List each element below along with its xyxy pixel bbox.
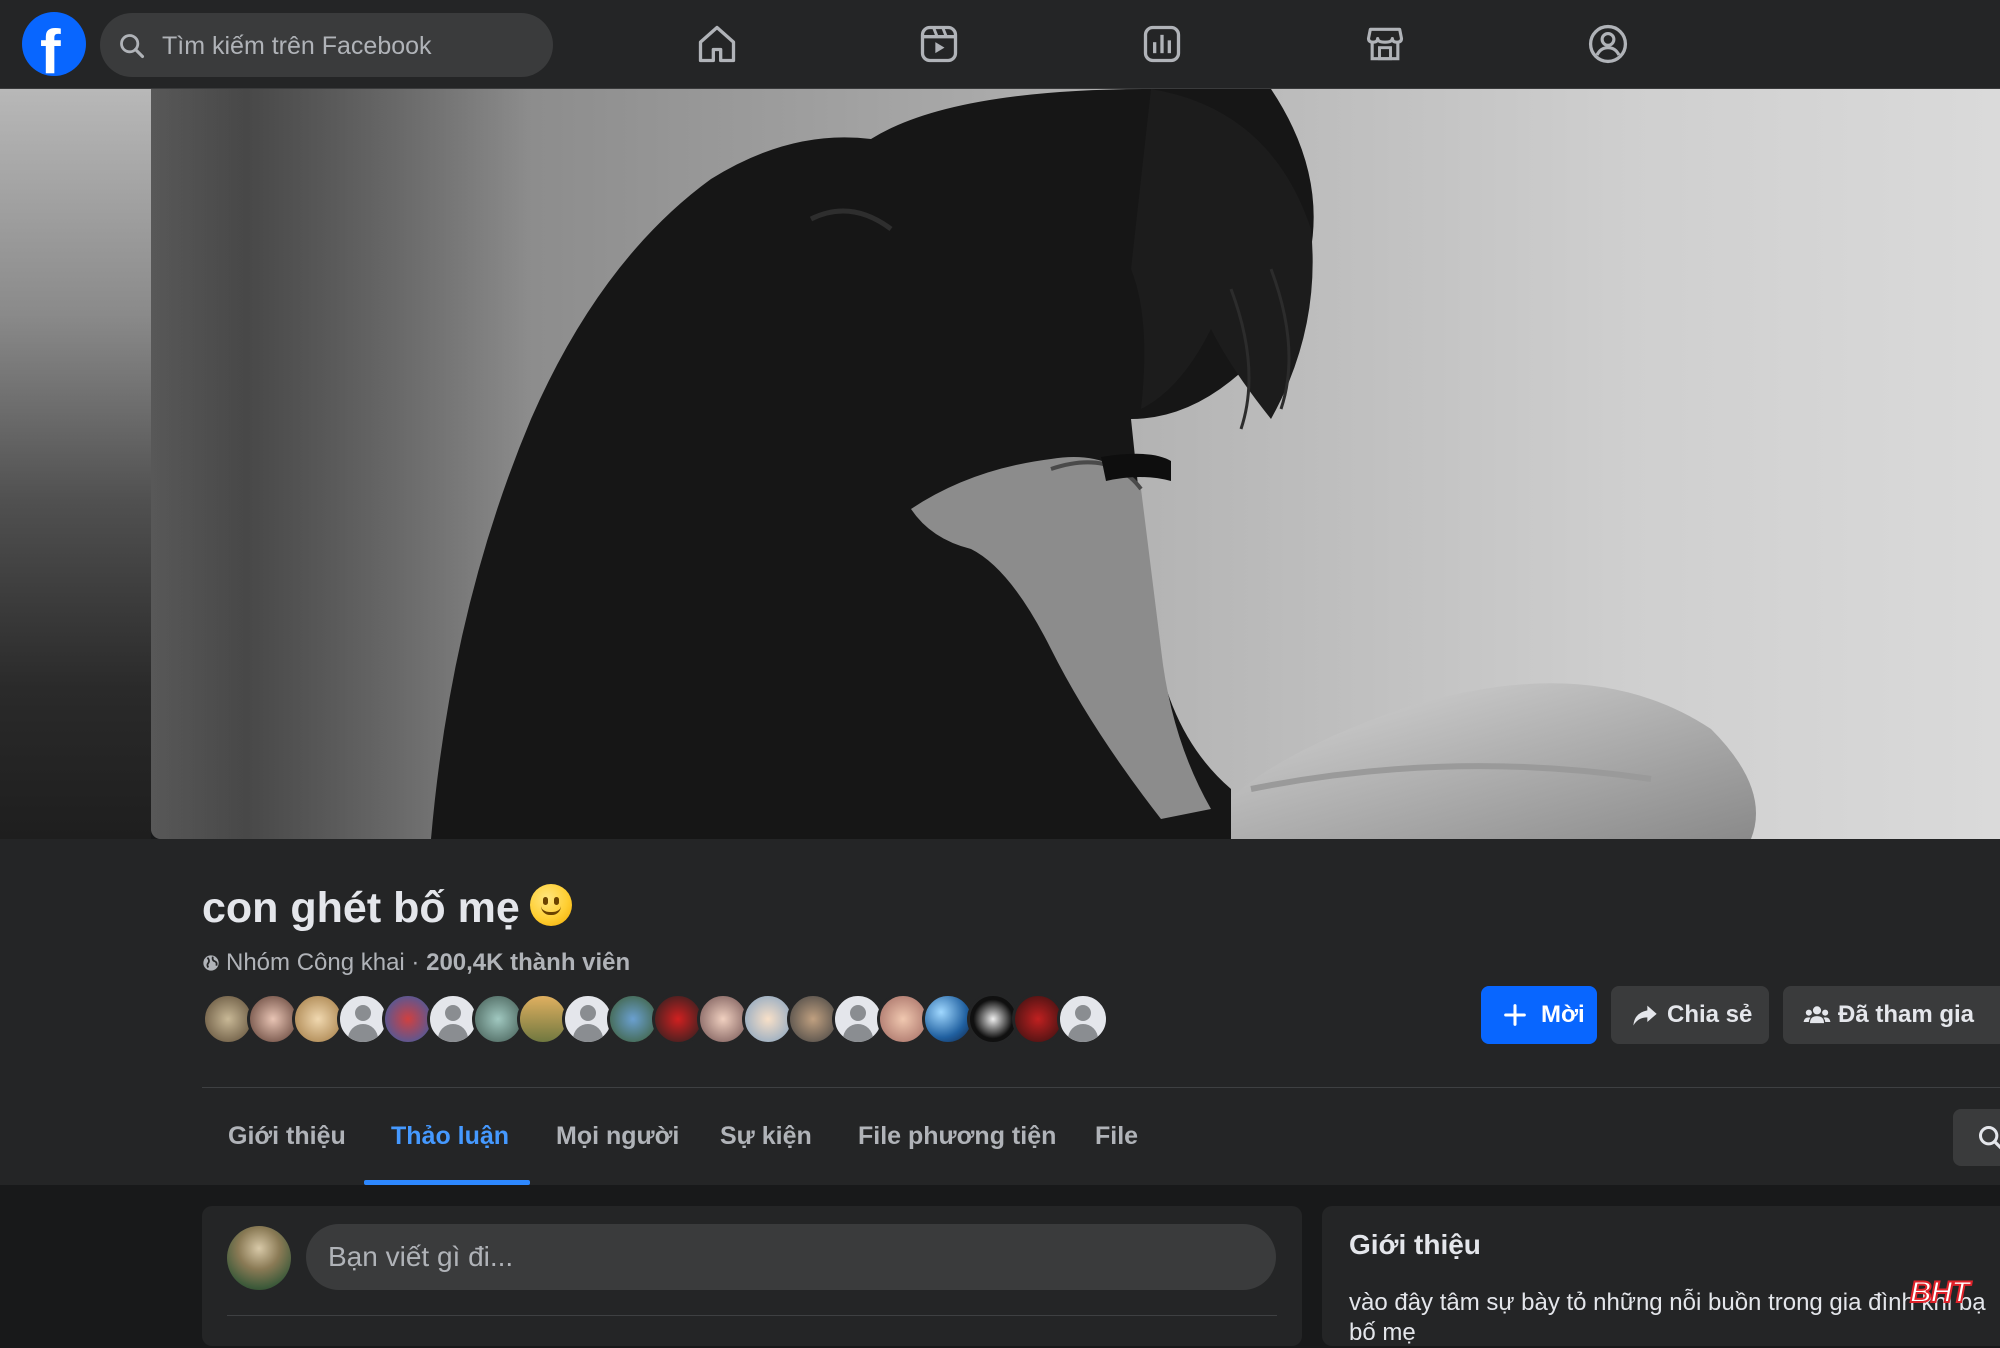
- share-label: Chia sẻ: [1667, 1001, 1752, 1028]
- composer-input[interactable]: Bạn viết gì đi...: [306, 1224, 1276, 1290]
- header-divider: [202, 1087, 2000, 1088]
- search-icon: [1977, 1124, 2000, 1152]
- marketplace-icon[interactable]: [1363, 22, 1407, 66]
- plus-icon: [1501, 1001, 1529, 1029]
- groups-feed-icon[interactable]: [1140, 22, 1184, 66]
- meta-separator: ·: [405, 949, 426, 976]
- tab-discussion[interactable]: Thảo luận: [391, 1090, 509, 1182]
- cover-photo-backdrop: [0, 89, 151, 839]
- group-title[interactable]: con ghét bố mẹ: [202, 880, 572, 936]
- joined-label: Đã tham gia: [1838, 1001, 1974, 1028]
- member-count[interactable]: 200,4K thành viên: [426, 949, 630, 976]
- tab-events[interactable]: Sự kiện: [720, 1090, 812, 1182]
- composer-divider: [227, 1315, 1277, 1316]
- video-icon[interactable]: [917, 22, 961, 66]
- group-privacy[interactable]: Nhóm Công khai: [226, 949, 405, 976]
- search-box[interactable]: Tìm kiếm trên Facebook: [100, 13, 553, 77]
- watermark-logo: BHT: [1910, 1276, 1969, 1310]
- tab-files[interactable]: File: [1095, 1090, 1138, 1182]
- facebook-logo-icon[interactable]: f: [22, 12, 86, 76]
- smiley-emoji-icon: [530, 884, 572, 926]
- globe-icon: [202, 954, 220, 972]
- group-members-icon: [1803, 1001, 1831, 1029]
- about-panel: Giới thiệu vào đây tâm sự bày tỏ những n…: [1322, 1206, 2000, 1346]
- search-placeholder: Tìm kiếm trên Facebook: [162, 32, 432, 60]
- tab-about[interactable]: Giới thiệu: [228, 1090, 346, 1182]
- tab-media[interactable]: File phương tiện: [858, 1090, 1056, 1182]
- group-meta: Nhóm Công khai · 200,4K thành viên: [202, 948, 630, 978]
- cover-photo: [151, 89, 2000, 839]
- joined-button[interactable]: Đã tham gia: [1783, 986, 2000, 1044]
- about-description-line1: vào đây tâm sự bày tỏ những nỗi buồn tro…: [1349, 1289, 1986, 1316]
- member-avatar-default[interactable]: [1057, 993, 1109, 1045]
- invite-button[interactable]: Mời: [1481, 986, 1597, 1044]
- share-arrow-icon: [1631, 1001, 1659, 1029]
- composer-placeholder: Bạn viết gì đi...: [328, 1241, 513, 1273]
- group-name: con ghét bố mẹ: [202, 884, 520, 932]
- invite-label: Mời: [1541, 1001, 1585, 1028]
- group-search-button[interactable]: [1953, 1109, 2000, 1166]
- people-icon[interactable]: [1586, 22, 1630, 66]
- avatar[interactable]: [227, 1226, 291, 1290]
- about-description: vào đây tâm sự bày tỏ những nỗi buồn tro…: [1349, 1288, 2000, 1348]
- share-button[interactable]: Chia sẻ: [1611, 986, 1769, 1044]
- active-tab-indicator: [364, 1180, 530, 1185]
- top-navigation-bar: f Tìm kiếm trên Facebook: [0, 0, 2000, 89]
- about-title: Giới thiệu: [1349, 1228, 1481, 1262]
- post-composer: Bạn viết gì đi...: [202, 1206, 1302, 1346]
- tab-people[interactable]: Mọi người: [556, 1090, 679, 1182]
- search-icon: [118, 32, 146, 60]
- home-icon[interactable]: [695, 22, 739, 66]
